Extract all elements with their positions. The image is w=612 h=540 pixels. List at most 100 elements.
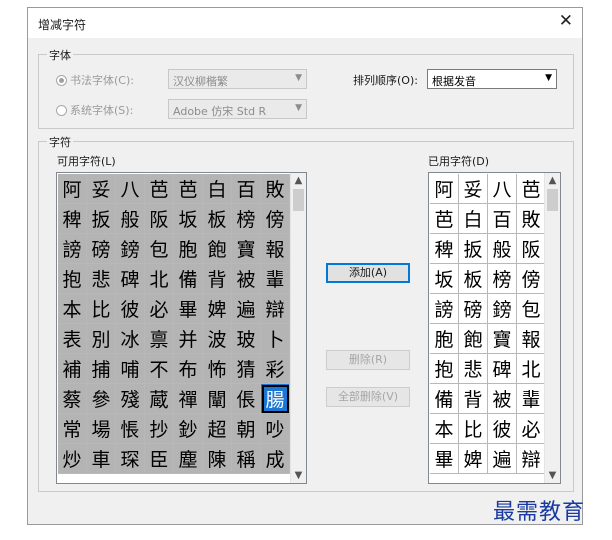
char-cell[interactable]: 背 — [203, 264, 232, 294]
char-cell[interactable]: 車 — [87, 444, 116, 474]
calligraphy-font-radio[interactable]: 书法字体(C): — [56, 72, 134, 88]
char-cell[interactable]: 碑 — [116, 264, 145, 294]
char-cell[interactable]: 倀 — [232, 384, 261, 414]
char-cell[interactable]: 包 — [517, 294, 546, 324]
char-cell[interactable]: 蔡 — [58, 384, 87, 414]
char-cell[interactable]: 八 — [488, 174, 517, 204]
char-cell[interactable]: 般 — [488, 234, 517, 264]
available-chars-list[interactable]: 阿妥八芭芭白百敗稗扳般阪坂板榜傍謗磅鎊包胞飽寶報抱悲碑北備背被輩本比彼必畢婢遍辯… — [56, 172, 307, 484]
sort-order-select[interactable]: 根据发音 ▼ — [427, 69, 557, 89]
char-cell[interactable]: 稗 — [58, 204, 87, 234]
char-cell[interactable]: 蔵 — [145, 384, 174, 414]
char-cell[interactable]: 本 — [58, 294, 87, 324]
char-cell[interactable]: 傍 — [261, 204, 290, 234]
char-cell[interactable]: 闡 — [203, 384, 232, 414]
char-cell[interactable]: 芭 — [517, 174, 546, 204]
char-cell[interactable]: 百 — [232, 174, 261, 204]
char-cell[interactable]: 婢 — [203, 294, 232, 324]
char-cell[interactable]: 悵 — [116, 414, 145, 444]
char-cell[interactable]: 報 — [261, 234, 290, 264]
char-cell[interactable]: 補 — [58, 354, 87, 384]
char-cell[interactable]: 鎊 — [116, 234, 145, 264]
char-cell[interactable]: 胞 — [430, 324, 459, 354]
char-cell[interactable]: 坂 — [174, 204, 203, 234]
char-cell[interactable]: 陳 — [203, 444, 232, 474]
char-cell[interactable]: 北 — [517, 354, 546, 384]
char-cell[interactable]: 吵 — [261, 414, 290, 444]
char-cell[interactable]: 謗 — [58, 234, 87, 264]
scroll-up-icon[interactable]: ▲ — [291, 175, 306, 186]
char-cell[interactable]: 彼 — [488, 414, 517, 444]
char-cell[interactable]: 白 — [459, 204, 488, 234]
char-cell[interactable]: 布 — [174, 354, 203, 384]
char-cell[interactable]: 比 — [87, 294, 116, 324]
char-cell[interactable]: 坂 — [430, 264, 459, 294]
char-cell[interactable]: 超 — [203, 414, 232, 444]
char-cell[interactable]: 婢 — [459, 444, 488, 474]
char-cell[interactable]: 玻 — [232, 324, 261, 354]
char-cell[interactable]: 鎊 — [488, 294, 517, 324]
char-cell[interactable]: 畢 — [430, 444, 459, 474]
char-cell[interactable]: 稗 — [430, 234, 459, 264]
char-cell[interactable]: 飽 — [203, 234, 232, 264]
char-cell[interactable]: 畢 — [174, 294, 203, 324]
char-cell[interactable]: 備 — [430, 384, 459, 414]
char-cell[interactable]: 敗 — [261, 174, 290, 204]
char-cell[interactable]: 阪 — [517, 234, 546, 264]
char-cell[interactable]: 阿 — [58, 174, 87, 204]
system-font-radio[interactable]: 系统字体(S): — [56, 102, 133, 118]
remove-button[interactable]: 删除(R) — [326, 350, 410, 370]
char-cell[interactable]: 成 — [261, 444, 290, 474]
char-cell[interactable]: 板 — [459, 264, 488, 294]
char-cell[interactable]: 比 — [459, 414, 488, 444]
scroll-thumb[interactable] — [547, 189, 558, 211]
char-cell[interactable]: 怖 — [203, 354, 232, 384]
char-cell[interactable]: 朝 — [232, 414, 261, 444]
char-cell[interactable]: 冰 — [116, 324, 145, 354]
char-cell[interactable]: 包 — [145, 234, 174, 264]
calligraphy-font-select[interactable]: 汉仪柳楷繁 ▼ — [168, 69, 307, 89]
scroll-thumb[interactable] — [293, 189, 304, 211]
char-cell[interactable]: 被 — [488, 384, 517, 414]
add-button[interactable]: 添加(A) — [326, 263, 410, 283]
char-cell[interactable]: 抄 — [145, 414, 174, 444]
char-cell[interactable]: 芭 — [145, 174, 174, 204]
char-cell[interactable]: 場 — [87, 414, 116, 444]
char-cell[interactable]: 遍 — [488, 444, 517, 474]
char-cell[interactable]: 芭 — [174, 174, 203, 204]
char-cell[interactable]: 禪 — [174, 384, 203, 414]
char-cell[interactable]: 猜 — [232, 354, 261, 384]
char-cell[interactable]: 胞 — [174, 234, 203, 264]
char-cell[interactable]: 芭 — [430, 204, 459, 234]
char-cell[interactable]: 被 — [232, 264, 261, 294]
char-cell[interactable]: 傍 — [517, 264, 546, 294]
char-cell[interactable]: 碑 — [488, 354, 517, 384]
char-cell[interactable]: 妥 — [459, 174, 488, 204]
char-cell[interactable]: 抱 — [430, 354, 459, 384]
char-cell[interactable]: 悲 — [87, 264, 116, 294]
system-font-select[interactable]: Adobe 仿宋 Std R ▼ — [168, 99, 307, 119]
char-cell[interactable]: 百 — [488, 204, 517, 234]
char-cell[interactable]: 辯 — [261, 294, 290, 324]
used-chars-list[interactable]: 阿妥八芭芭白百敗稗扳般阪坂板榜傍謗磅鎊包胞飽寶報抱悲碑北備背被輩本比彼必畢婢遍辯… — [428, 172, 561, 484]
char-cell[interactable]: 必 — [517, 414, 546, 444]
char-cell[interactable]: 炒 — [58, 444, 87, 474]
char-cell[interactable]: 稱 — [232, 444, 261, 474]
char-cell[interactable]: 捕 — [87, 354, 116, 384]
remove-all-button[interactable]: 全部删除(V) — [326, 387, 410, 407]
char-cell[interactable]: 琛 — [116, 444, 145, 474]
char-cell[interactable]: 敗 — [517, 204, 546, 234]
char-cell[interactable]: 飽 — [459, 324, 488, 354]
char-cell[interactable]: 寶 — [488, 324, 517, 354]
char-cell[interactable]: 磅 — [87, 234, 116, 264]
char-cell[interactable]: 板 — [203, 204, 232, 234]
char-cell[interactable]: 彩 — [261, 354, 290, 384]
char-cell[interactable]: 表 — [58, 324, 87, 354]
char-cell[interactable]: 磅 — [459, 294, 488, 324]
char-cell[interactable]: 報 — [517, 324, 546, 354]
char-cell[interactable]: 阪 — [145, 204, 174, 234]
char-cell[interactable]: 背 — [459, 384, 488, 414]
char-cell[interactable]: 彼 — [116, 294, 145, 324]
char-cell[interactable]: 妥 — [87, 174, 116, 204]
char-cell[interactable]: 般 — [116, 204, 145, 234]
